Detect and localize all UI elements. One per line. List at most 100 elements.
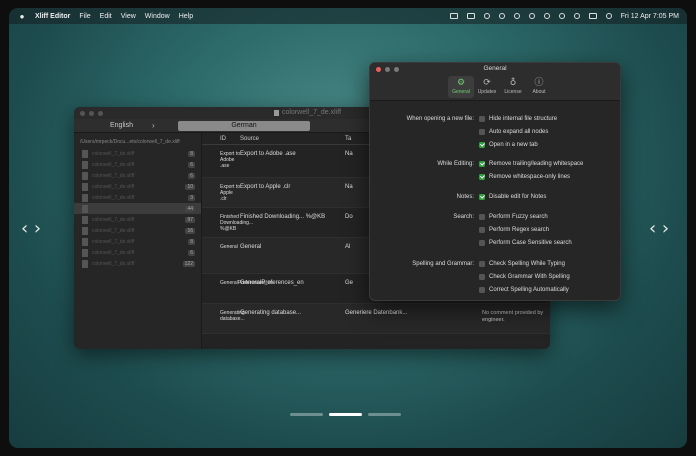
- wifi-icon[interactable]: [558, 13, 565, 19]
- sidebar-file-item[interactable]: colorwell_7_de.xliff 8: [74, 148, 201, 159]
- sidebar-file-item[interactable]: 44: [74, 203, 201, 214]
- app-name-menu[interactable]: Xliff Editor: [35, 13, 70, 20]
- file-count-badge: 16: [185, 227, 195, 234]
- chevron-right-icon: ›: [152, 121, 155, 130]
- sidebar-file-item[interactable]: colorwell_7_de.xliff 16: [74, 225, 201, 236]
- status-window-icon[interactable]: [498, 13, 505, 19]
- hide-structure-checkbox[interactable]: Hide internal file structure: [479, 116, 557, 122]
- sidebar-file-item[interactable]: colorwell_7_de.xliff 6: [74, 247, 201, 258]
- file-count-badge: 10: [185, 183, 195, 190]
- sidebar-file-item[interactable]: colorwell_7_de.xliff 6: [74, 170, 201, 181]
- menu-view[interactable]: View: [121, 13, 136, 20]
- auto-expand-checkbox[interactable]: Auto expand all nodes: [479, 129, 548, 135]
- status-sync-icon[interactable]: [483, 13, 490, 19]
- file-sidebar: /Users/mrpeck/Docu...ets/colorwell_7_de.…: [74, 133, 202, 349]
- menubar-clock[interactable]: Fri 12 Apr 7:05 PM: [621, 13, 679, 20]
- tab-about[interactable]: ⓘ About: [526, 76, 552, 98]
- case-sensitive-checkbox[interactable]: Perform Case Sensitive search: [479, 240, 572, 246]
- close-button[interactable]: [80, 111, 85, 116]
- sidebar-file-item[interactable]: colorwell_7_de.xliff 3: [74, 192, 201, 203]
- pager-dot-1[interactable]: [290, 413, 323, 416]
- column-source[interactable]: Source: [240, 136, 345, 142]
- regex-search-checkbox[interactable]: Perform Regex search: [479, 227, 549, 233]
- cell-note: No comment provided by engineer.: [482, 310, 544, 323]
- sidebar-path: /Users/mrpeck/Docu...ets/colorwell_7_de.…: [80, 139, 180, 145]
- ribbon-icon: ♁: [509, 78, 517, 88]
- battery-icon[interactable]: [588, 13, 597, 19]
- new-file-label: When opening a new file:: [406, 116, 474, 122]
- carousel-prev-icon[interactable]: ‹ ›: [21, 218, 41, 239]
- minimize-button[interactable]: [89, 111, 94, 116]
- file-count-badge: 6: [188, 161, 195, 168]
- cell-id: Export to Adobe .ase: [220, 151, 241, 169]
- file-count-badge: 8: [188, 150, 195, 157]
- menu-file[interactable]: File: [79, 13, 90, 20]
- status-timer-icon[interactable]: [513, 13, 520, 19]
- cell-target[interactable]: Generiere Datenbank...: [345, 304, 482, 333]
- cell-id: Generating database...: [220, 310, 245, 322]
- cell-source: Finished Downloading... %@KB: [240, 214, 326, 220]
- cell-source: GeneralPreferences_en: [240, 280, 304, 286]
- check-spelling-checkbox[interactable]: Check Spelling While Typing: [479, 261, 565, 267]
- cell-id: Finished Downloading... %@KB: [220, 214, 254, 232]
- apple-icon[interactable]: ●: [9, 12, 35, 21]
- spotlight-icon[interactable]: [605, 13, 612, 19]
- menu-edit[interactable]: Edit: [100, 13, 112, 20]
- file-name: colorwell_7_de.xliff: [92, 260, 135, 267]
- check-grammar-checkbox[interactable]: Check Grammar With Spelling: [479, 274, 570, 280]
- control-center-icon[interactable]: [573, 13, 580, 19]
- remove-trailing-checkbox[interactable]: Remove trailing/leading whitespace: [479, 161, 583, 167]
- zoom-button[interactable]: [98, 111, 103, 116]
- carousel-next-icon[interactable]: ‹ ›: [649, 218, 669, 239]
- gear-icon: ⚙: [456, 78, 466, 88]
- remove-whitespace-lines-checkbox[interactable]: Remove whitespace-only lines: [479, 174, 570, 180]
- status-area: Fri 12 Apr 7:05 PM: [449, 8, 679, 24]
- sidebar-file-item[interactable]: colorwell_7_de.xliff 8: [74, 236, 201, 247]
- open-new-tab-checkbox[interactable]: Open in a new tab: [479, 142, 538, 148]
- refresh-icon: ⟳: [483, 78, 491, 88]
- tab-label: About: [532, 89, 546, 95]
- tab-label: General: [452, 89, 470, 95]
- file-name: colorwell_7_de.xliff: [92, 150, 135, 157]
- cell-id: GeneralPreferences_en: [220, 280, 274, 286]
- pager-dot-3[interactable]: [368, 413, 401, 416]
- file-icon: [82, 171, 88, 180]
- sidebar-file-item[interactable]: colorwell_7_de.xliff 10: [74, 181, 201, 192]
- tab-general[interactable]: ⚙ General: [448, 76, 474, 98]
- target-language-select[interactable]: German: [178, 121, 310, 131]
- correct-spelling-checkbox[interactable]: Correct Spelling Automatically: [479, 287, 569, 293]
- sidebar-file-item[interactable]: colorwell_7_de.xliff 6: [74, 159, 201, 170]
- file-name: colorwell_7_de.xliff: [92, 216, 135, 223]
- tab-license[interactable]: ♁ License: [500, 76, 526, 98]
- editor-window-title: colorwell_7_de.xliff: [274, 109, 341, 116]
- settings-title: General: [483, 65, 507, 72]
- file-icon: [82, 226, 88, 235]
- pager-dot-2[interactable]: [329, 413, 362, 416]
- status-mouse-icon[interactable]: [528, 13, 535, 19]
- source-language[interactable]: English: [110, 122, 133, 129]
- status-screen-icon[interactable]: [466, 13, 475, 19]
- file-icon: [82, 149, 88, 158]
- menu-window[interactable]: Window: [145, 13, 170, 20]
- table-row[interactable]: Generating database... Generating databas…: [202, 304, 550, 334]
- menu-help[interactable]: Help: [179, 13, 193, 20]
- file-count-badge: 6: [188, 249, 195, 256]
- file-count-badge: 97: [185, 216, 195, 223]
- tab-updates[interactable]: ⟳ Updates: [474, 76, 500, 98]
- file-icon: [82, 237, 88, 246]
- file-icon: [82, 193, 88, 202]
- fuzzy-search-checkbox[interactable]: Perform Fuzzy search: [479, 214, 548, 220]
- file-icon: [82, 248, 88, 257]
- file-name: colorwell_7_de.xliff: [92, 249, 135, 256]
- document-icon: [274, 109, 279, 116]
- desktop-frame: ● Xliff Editor File Edit View Window Hel…: [9, 8, 687, 448]
- status-app-icon[interactable]: [449, 13, 458, 19]
- disable-edit-notes-checkbox[interactable]: Disable edit for Notes: [479, 194, 546, 200]
- cell-source: Generating database...: [240, 310, 302, 316]
- carousel-pager: [290, 413, 401, 416]
- sidebar-file-item[interactable]: colorwell_7_de.xliff 97: [74, 214, 201, 225]
- status-play-icon[interactable]: [543, 13, 550, 19]
- sidebar-file-item[interactable]: colorwell_7_de.xliff 122: [74, 258, 201, 269]
- column-id[interactable]: ID: [202, 136, 240, 142]
- file-name: colorwell_7_de.xliff: [92, 238, 135, 245]
